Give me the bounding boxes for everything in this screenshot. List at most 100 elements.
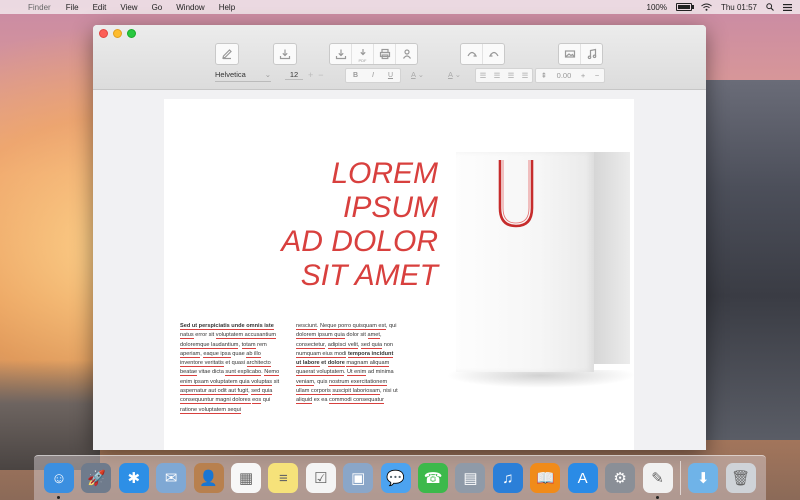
underlined-text-run: consectetur xyxy=(296,341,325,349)
close-window-button[interactable] xyxy=(99,29,108,38)
menu-help[interactable]: Help xyxy=(219,3,235,12)
textedit-icon[interactable]: ✎ xyxy=(642,463,673,499)
reminders-icon[interactable]: ☑ xyxy=(305,463,336,493)
menu-go[interactable]: Go xyxy=(152,3,163,12)
font-size-value[interactable]: 12 xyxy=(285,70,303,80)
italic-button[interactable]: I xyxy=(372,72,374,79)
insert-audio-button[interactable] xyxy=(581,44,602,64)
preview-icon[interactable]: ▣ xyxy=(343,463,374,493)
document-page[interactable]: LOREM IPSUM AD DOLOR SIT AMET Sed ut per… xyxy=(164,99,636,450)
photos-icon[interactable]: ▤ xyxy=(455,463,486,493)
underline-button[interactable]: U xyxy=(388,72,393,79)
text-color-group: A ⌄ A ⌄ xyxy=(411,68,461,81)
system-preferences-icon[interactable]: ⚙ xyxy=(605,463,636,493)
body-text-column-2[interactable]: nesciunt. Neque porro quisquam est, qui … xyxy=(296,322,400,406)
undo-icon xyxy=(466,51,477,57)
notification-center-icon[interactable] xyxy=(783,3,792,11)
menu-view[interactable]: View xyxy=(120,3,137,12)
format-bar: Helvetica ⌄ 12 + − B I U A ⌄ A ⌄ ☰ ☰ ☰ ☰ xyxy=(93,68,706,83)
bag-handle xyxy=(498,160,534,228)
font-family-select[interactable]: Helvetica ⌄ xyxy=(215,68,271,82)
trash-icon[interactable]: 🗑 xyxy=(725,463,756,493)
underlined-text-run: Neque porro quisquam est xyxy=(319,323,386,330)
text-run: error sit xyxy=(193,332,216,339)
minimize-window-button[interactable] xyxy=(113,29,122,38)
safari-icon[interactable]: ✱ xyxy=(118,463,149,493)
line-spacing-decrease-button[interactable]: − xyxy=(595,71,599,80)
wallpaper-rocks-left xyxy=(0,360,100,470)
downloads-folder-icon[interactable]: ⬇ xyxy=(688,463,719,493)
share-button[interactable] xyxy=(396,44,417,64)
ibooks-icon[interactable]: 📖 xyxy=(530,463,561,493)
export-button[interactable] xyxy=(330,44,352,64)
finder-icon[interactable]: ☺ xyxy=(44,463,74,499)
text-color-button[interactable]: A ⌄ xyxy=(411,70,424,79)
underlined-text-run: suscipit laboriosam xyxy=(332,388,380,396)
contacts-icon[interactable]: 👤 xyxy=(193,463,224,493)
underlined-text-run: aperiam xyxy=(180,350,201,358)
insert-image-button[interactable] xyxy=(559,44,581,64)
line-spacing-icon: ⇞ xyxy=(540,71,548,80)
text-run: qui xyxy=(261,397,271,404)
headline: LOREM IPSUM AD DOLOR SIT AMET xyxy=(281,157,438,293)
itunes-icon[interactable]: ♫ xyxy=(492,463,523,493)
download-tray-icon xyxy=(279,49,291,60)
highlight-color-button[interactable]: A ⌄ xyxy=(448,70,461,79)
menu-window[interactable]: Window xyxy=(176,3,204,12)
redo-icon xyxy=(488,51,499,57)
menu-file[interactable]: File xyxy=(66,3,79,12)
align-justify-icon[interactable]: ☰ xyxy=(522,71,529,80)
battery-icon[interactable] xyxy=(675,3,694,11)
underlined-text-run: commodi consequatur xyxy=(328,397,385,405)
chevron-down-icon: ⌄ xyxy=(417,70,424,79)
textedit-window: PDF Helvetica ⌄ 12 + − B I U A ⌄ A ⌄ ☰ ☰… xyxy=(93,25,706,450)
menu-bar: Finder File Edit View Go Window Help 100… xyxy=(0,0,800,14)
text-run: ex ea xyxy=(312,397,329,404)
music-note-icon xyxy=(587,48,596,60)
messages-icon[interactable]: 💬 xyxy=(380,463,411,493)
bold-text-run: Sed ut perspiciatis unde omnis iste xyxy=(180,323,274,330)
app-menu-finder[interactable]: Finder xyxy=(28,3,51,12)
export-pdf-button[interactable]: PDF xyxy=(352,44,374,64)
notes-icon[interactable]: ≡ xyxy=(268,463,299,493)
align-right-icon[interactable]: ☰ xyxy=(508,71,515,80)
font-size-decrease-button[interactable]: − xyxy=(318,70,323,80)
body-text-column-1[interactable]: Sed ut perspiciatis unde omnis iste natu… xyxy=(180,322,284,415)
edit-button[interactable] xyxy=(215,43,239,65)
spotlight-search-icon[interactable] xyxy=(766,3,774,11)
shopping-bag-image xyxy=(446,152,636,388)
printer-icon xyxy=(379,48,390,60)
underlined-text-run: nostrum exercitationem xyxy=(328,378,388,386)
print-button[interactable] xyxy=(374,44,396,64)
line-spacing-increase-button[interactable]: + xyxy=(581,71,585,80)
facetime-icon[interactable]: ☎ xyxy=(418,463,449,493)
underlined-text-run: eaque ipsa xyxy=(203,350,231,358)
insert-group xyxy=(558,43,603,65)
document-canvas: LOREM IPSUM AD DOLOR SIT AMET Sed ut per… xyxy=(93,90,706,450)
align-center-icon[interactable]: ☰ xyxy=(494,71,501,80)
align-left-icon[interactable]: ☰ xyxy=(480,71,487,80)
headline-line: SIT AMET xyxy=(300,259,438,292)
bag-side xyxy=(594,152,630,364)
font-size-increase-button[interactable]: + xyxy=(308,70,313,80)
mail-icon[interactable]: ✉ xyxy=(156,463,187,493)
underlined-text-run: aliquid xyxy=(296,397,313,405)
undo-button[interactable] xyxy=(461,44,483,64)
line-spacing-group: ⇞ 0.00 + − xyxy=(535,68,605,83)
save-button[interactable] xyxy=(273,43,297,65)
line-spacing-value[interactable]: 0.00 xyxy=(557,71,572,80)
battery-percent: 100% xyxy=(646,2,667,12)
zoom-window-button[interactable] xyxy=(127,29,136,38)
highlight-glyph: A xyxy=(448,70,453,79)
bold-button[interactable]: B xyxy=(353,72,358,79)
wifi-icon[interactable] xyxy=(701,3,712,11)
launchpad-icon[interactable]: 🚀 xyxy=(81,463,112,493)
redo-button[interactable] xyxy=(483,44,504,64)
undo-redo-group xyxy=(460,43,505,65)
menu-edit[interactable]: Edit xyxy=(93,3,107,12)
text-run: sit xyxy=(272,378,280,385)
underlined-text-run: numquam eius modi xyxy=(296,350,347,358)
app-store-icon[interactable]: A xyxy=(567,463,598,493)
clock[interactable]: Thu 01:57 xyxy=(721,3,757,12)
calendar-icon[interactable]: ▦ xyxy=(231,463,262,493)
